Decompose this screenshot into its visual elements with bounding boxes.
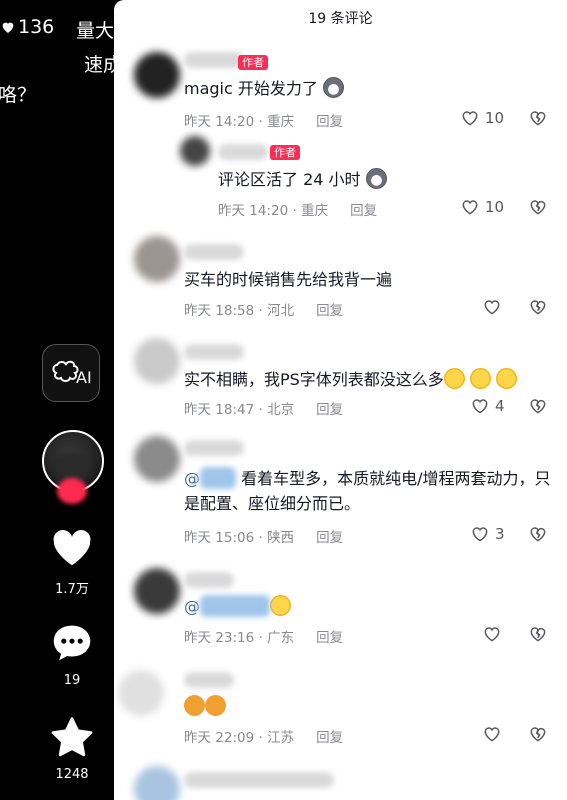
comment-meta: 昨天 23:16 · 广东 回复 xyxy=(184,630,344,646)
comment-like-button[interactable]: 10 xyxy=(460,197,504,217)
broken-heart-icon[interactable] xyxy=(528,396,548,416)
sweat-emoji-icon xyxy=(469,368,491,389)
reply-button[interactable]: 回复 xyxy=(316,114,343,130)
avatar[interactable] xyxy=(134,52,180,98)
like-count-label: 136 xyxy=(18,16,55,38)
comment-meta: 昨天 18:58 · 河北 回复 xyxy=(184,303,344,319)
heart-outline-icon xyxy=(484,300,500,315)
video-side-strip: 136 量大 速成 咯？ AI 1.7万 19 1248 xyxy=(0,0,114,800)
reply-button[interactable]: 回复 xyxy=(316,730,343,746)
husky-emoji-icon xyxy=(322,77,344,98)
comment-text: 买车的时候销售先给我背一遍 xyxy=(184,270,393,289)
reply-button[interactable]: 回复 xyxy=(316,402,343,418)
star-icon xyxy=(51,717,93,757)
sweat-emoji-icon xyxy=(443,368,465,389)
author-tag: 作者 xyxy=(238,55,268,70)
comment-button[interactable] xyxy=(50,622,94,664)
username[interactable] xyxy=(184,772,334,788)
comment-like-button[interactable] xyxy=(482,724,502,744)
ai-button[interactable]: AI xyxy=(42,344,100,402)
username[interactable] xyxy=(184,344,244,360)
comment-text: magic 开始发力了 xyxy=(184,76,344,101)
top-like-count: 136 xyxy=(0,16,54,38)
heart-outline-icon xyxy=(472,527,488,542)
comment-like-button[interactable] xyxy=(482,297,502,317)
favorite-button[interactable] xyxy=(50,716,94,758)
username[interactable] xyxy=(184,440,244,456)
husky-emoji-icon xyxy=(365,168,387,189)
comment-meta: 昨天 15:06 · 陕西 回复 xyxy=(184,530,344,546)
avatar[interactable] xyxy=(134,338,180,384)
comment-text: 评论区活了 24 小时 xyxy=(218,167,387,192)
heart-icon xyxy=(53,529,91,566)
follow-button[interactable] xyxy=(57,478,87,504)
heart-outline-icon xyxy=(462,111,478,126)
broken-heart-icon[interactable] xyxy=(528,108,548,128)
emoji-icon xyxy=(184,695,205,716)
broken-heart-icon[interactable] xyxy=(528,197,548,217)
avatar[interactable] xyxy=(118,670,164,716)
comment-text: @ 看着车型多，本质就纯电/增程两套动力，只是配置、座位细分而已。 xyxy=(184,467,551,513)
emoji-icon xyxy=(205,695,226,716)
svg-text:AI: AI xyxy=(76,368,92,387)
heart-icon xyxy=(2,22,14,33)
avatar[interactable] xyxy=(180,136,210,166)
comment-count: 19 xyxy=(63,673,81,688)
heart-outline-icon xyxy=(472,399,488,414)
video-caption-line: 速成 xyxy=(84,54,114,76)
heart-outline-icon xyxy=(484,727,500,742)
comment-text: @ xyxy=(184,594,291,619)
username[interactable] xyxy=(184,672,234,688)
comment-text: 实不相瞒，我PS字体列表都没这么多 xyxy=(184,367,517,392)
comment-meta: 昨天 14:20 · 重庆 回复 xyxy=(184,114,344,130)
panel-title: 19 条评论 xyxy=(308,11,373,27)
comment-meta: 昨天 14:20 · 重庆 回复 xyxy=(218,203,378,219)
like-button[interactable] xyxy=(50,528,94,568)
reply-button[interactable]: 回复 xyxy=(316,530,343,546)
reply-button[interactable]: 回复 xyxy=(316,303,343,319)
comment-like-button[interactable] xyxy=(482,624,502,644)
ai-icon: AI xyxy=(52,360,92,387)
comment-like-count: 10 xyxy=(485,198,505,216)
broken-heart-icon[interactable] xyxy=(528,624,548,644)
comment-like-count: 10 xyxy=(485,109,505,127)
avatar[interactable] xyxy=(134,236,180,282)
video-caption-line: 咯？ xyxy=(0,84,37,106)
sweat-emoji-icon xyxy=(496,368,517,389)
username[interactable] xyxy=(184,244,244,260)
reply-button[interactable]: 回复 xyxy=(350,203,377,219)
broken-heart-icon[interactable] xyxy=(528,524,548,544)
comment-icon xyxy=(53,625,91,661)
favorite-count: 1248 xyxy=(55,767,89,782)
username[interactable] xyxy=(184,52,244,68)
comment-like-count: 4 xyxy=(495,397,505,415)
broken-heart-icon[interactable] xyxy=(528,297,548,317)
heart-outline-icon xyxy=(462,200,478,215)
reply-button[interactable]: 回复 xyxy=(316,630,343,646)
comment-like-button[interactable]: 10 xyxy=(460,108,504,128)
emoji-icon xyxy=(270,595,291,616)
comment-text xyxy=(184,694,226,719)
mention-link[interactable] xyxy=(200,595,270,617)
comment-like-count: 3 xyxy=(495,525,505,543)
heart-outline-icon xyxy=(484,627,500,642)
username[interactable] xyxy=(218,144,268,160)
comment-meta: 昨天 18:47 · 北京 回复 xyxy=(184,402,344,418)
comment-like-button[interactable]: 3 xyxy=(470,524,505,544)
avatar[interactable] xyxy=(134,436,180,482)
author-tag: 作者 xyxy=(270,145,300,160)
username[interactable] xyxy=(184,572,234,588)
avatar[interactable] xyxy=(134,568,180,614)
comments-panel: 19 条评论 作者 magic 开始发力了 昨天 14:20 · 重庆 回复 10… xyxy=(114,0,567,800)
comment-meta: 昨天 22:09 · 江苏 回复 xyxy=(184,730,344,746)
like-count: 1.7万 xyxy=(55,582,89,597)
mention-link[interactable] xyxy=(200,467,236,489)
video-caption-line: 量大 xyxy=(76,20,114,42)
broken-heart-icon[interactable] xyxy=(528,724,548,744)
avatar[interactable] xyxy=(134,766,180,800)
comment-like-button[interactable]: 4 xyxy=(470,396,505,416)
